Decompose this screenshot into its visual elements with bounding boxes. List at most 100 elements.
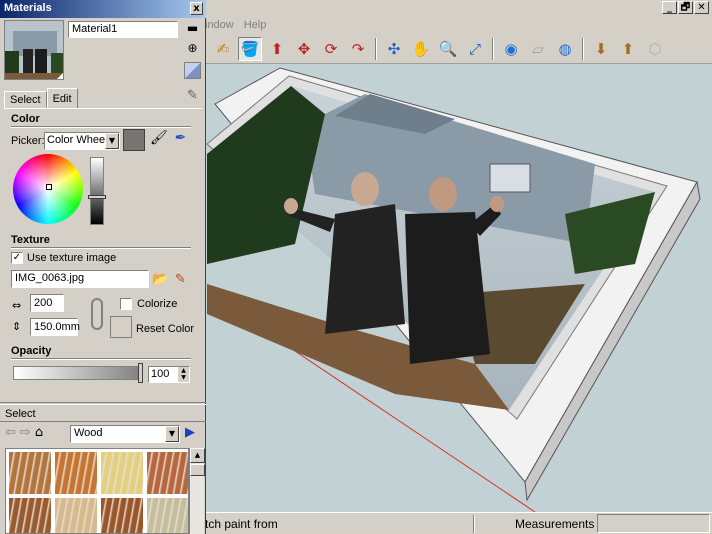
section-divider bbox=[0, 421, 206, 422]
get-models-icon[interactable]: ⬇ bbox=[589, 37, 613, 61]
share-model-icon[interactable]: ▱ bbox=[526, 37, 550, 61]
extension-icon[interactable]: ⬡ bbox=[643, 37, 667, 61]
material-swatch[interactable] bbox=[55, 452, 97, 494]
picker-dropdown[interactable]: Color Wheel ▼ bbox=[44, 132, 120, 150]
swatches-scrollbar[interactable]: ▲ bbox=[189, 448, 205, 534]
create-material-icon[interactable]: ⊕ bbox=[184, 40, 201, 57]
texture-width-input[interactable]: 200 bbox=[30, 294, 64, 312]
chevron-down-icon[interactable]: ▼ bbox=[165, 426, 179, 442]
scroll-thumb[interactable] bbox=[190, 464, 205, 476]
brightness-slider-handle[interactable] bbox=[88, 195, 106, 199]
aspect-lock-chain-icon[interactable] bbox=[91, 298, 103, 330]
library-nav: ⇦ ⇨ ⌂ bbox=[5, 425, 43, 440]
material-swatch[interactable] bbox=[9, 498, 51, 533]
color-wheel-cursor[interactable] bbox=[46, 184, 52, 190]
photo-person-right-head bbox=[429, 177, 457, 211]
material-swatch[interactable] bbox=[9, 452, 51, 494]
colorize-checkbox[interactable] bbox=[120, 298, 132, 310]
3d-warehouse-icon[interactable]: ◉ bbox=[499, 37, 523, 61]
follow-me-icon[interactable]: ↷ bbox=[346, 37, 370, 61]
pane-divider[interactable] bbox=[0, 402, 206, 405]
display-secondary-pane-icon[interactable]: ▬ bbox=[184, 20, 201, 37]
toolbar-separator bbox=[375, 37, 377, 60]
zoom-extents-icon[interactable]: ⤢ bbox=[463, 37, 487, 61]
reset-color-label: Reset Color bbox=[136, 323, 195, 335]
use-texture-row: ✓ Use texture image bbox=[11, 252, 116, 264]
material-swatch[interactable] bbox=[147, 498, 188, 533]
use-texture-label: Use texture image bbox=[27, 252, 117, 264]
measurements-input[interactable] bbox=[597, 514, 710, 533]
photo-person-left bbox=[325, 204, 405, 334]
move-icon[interactable]: ✥ bbox=[292, 37, 316, 61]
model-viewport[interactable] bbox=[205, 64, 712, 512]
restore-button[interactable]: 🗗 bbox=[678, 1, 693, 14]
share-component-icon[interactable]: ⬆ bbox=[616, 37, 640, 61]
colorize-label: Colorize bbox=[137, 298, 178, 310]
opacity-slider-handle[interactable] bbox=[138, 363, 143, 383]
tab-select[interactable]: Select bbox=[4, 91, 47, 108]
paint-bucket-icon[interactable]: 🪣 bbox=[238, 36, 262, 61]
texture-section-title: Texture bbox=[11, 234, 50, 246]
menu-help[interactable]: Help bbox=[244, 19, 267, 31]
details-arrow-icon[interactable]: ▶ bbox=[185, 425, 195, 440]
library-dropdown[interactable]: Wood ▼ bbox=[70, 425, 180, 443]
material-swatch[interactable] bbox=[101, 452, 143, 494]
push-pull-icon[interactable]: ⬆ bbox=[265, 37, 289, 61]
window-controls: _ 🗗 ✕ bbox=[662, 1, 709, 14]
opacity-spinner[interactable]: ▲ ▼ bbox=[178, 367, 189, 382]
material-swatch[interactable] bbox=[101, 498, 143, 533]
scroll-up-icon[interactable]: ▲ bbox=[190, 448, 205, 463]
photo-person-right bbox=[405, 212, 490, 364]
orbit-icon[interactable]: ✍ bbox=[211, 37, 235, 61]
toolbar: ✍ 🪣 ⬆ ✥ ⟳ ↷ ✣ ✋ 🔍 ⤢ ◉ ▱ ◍ ⬇ ⬆ ⬡ bbox=[205, 34, 712, 64]
statusbar: tch paint from Measurements bbox=[205, 512, 712, 534]
status-hint: tch paint from bbox=[205, 517, 278, 531]
material-name-input[interactable]: Material1 bbox=[68, 21, 178, 38]
tab-divider bbox=[4, 108, 202, 109]
status-separator bbox=[473, 515, 475, 533]
google-earth-icon[interactable]: ◍ bbox=[553, 37, 577, 61]
use-texture-checkbox[interactable]: ✓ bbox=[11, 252, 23, 264]
material-swatch[interactable] bbox=[147, 452, 188, 494]
home-icon[interactable]: ⌂ bbox=[35, 425, 43, 440]
framed-photo-model bbox=[206, 67, 701, 512]
brightness-slider[interactable] bbox=[90, 157, 104, 225]
width-arrows-icon: ⇔ bbox=[12, 299, 22, 312]
photo-person-left-head bbox=[351, 172, 379, 206]
back-arrow-icon[interactable]: ⇦ bbox=[5, 425, 16, 440]
close-icon[interactable]: x bbox=[190, 2, 203, 15]
height-arrows-icon: ⇕ bbox=[12, 320, 22, 333]
menubar: indow Help bbox=[205, 16, 712, 34]
chevron-down-icon[interactable]: ▼ bbox=[105, 133, 119, 149]
tab-edit[interactable]: Edit bbox=[46, 88, 78, 108]
match-color-icon[interactable]: ✒ bbox=[172, 130, 189, 147]
zoom-icon[interactable]: 🔍 bbox=[436, 37, 460, 61]
library-value: Wood bbox=[74, 427, 103, 439]
default-material-icon[interactable] bbox=[184, 62, 201, 79]
measurements-label: Measurements bbox=[515, 517, 595, 531]
forward-arrow-icon[interactable]: ⇨ bbox=[20, 425, 31, 440]
opacity-input[interactable]: 100 ▲ ▼ bbox=[148, 366, 190, 383]
sample-paint-icon[interactable]: 🖌 bbox=[150, 130, 168, 147]
menu-window[interactable]: indow bbox=[205, 19, 234, 31]
orbit-view-icon[interactable]: ✣ bbox=[382, 37, 406, 61]
section-divider bbox=[11, 247, 191, 249]
reset-color-swatch[interactable] bbox=[110, 316, 132, 338]
toolbar-separator bbox=[492, 37, 494, 60]
close-button[interactable]: ✕ bbox=[694, 1, 709, 14]
section-divider bbox=[11, 126, 191, 128]
pan-icon[interactable]: ✋ bbox=[409, 37, 433, 61]
browse-folder-icon[interactable]: 📂 bbox=[152, 271, 169, 288]
texture-file-input[interactable]: IMG_0063.jpg bbox=[11, 270, 149, 288]
app-titlebar: _ 🗗 ✕ bbox=[205, 0, 712, 16]
picker-label: Picker: bbox=[11, 135, 45, 147]
opacity-slider[interactable] bbox=[13, 366, 143, 380]
material-swatch[interactable] bbox=[55, 498, 97, 533]
minimize-button[interactable]: _ bbox=[662, 1, 677, 14]
rotate-icon[interactable]: ⟳ bbox=[319, 37, 343, 61]
edit-texture-icon[interactable]: ✎ bbox=[172, 271, 189, 288]
toolbar-separator bbox=[582, 37, 584, 60]
eyedropper-icon[interactable]: ✎ bbox=[184, 88, 201, 105]
texture-height-input[interactable]: 150.0mm bbox=[30, 318, 80, 336]
current-color-swatch bbox=[123, 129, 145, 151]
